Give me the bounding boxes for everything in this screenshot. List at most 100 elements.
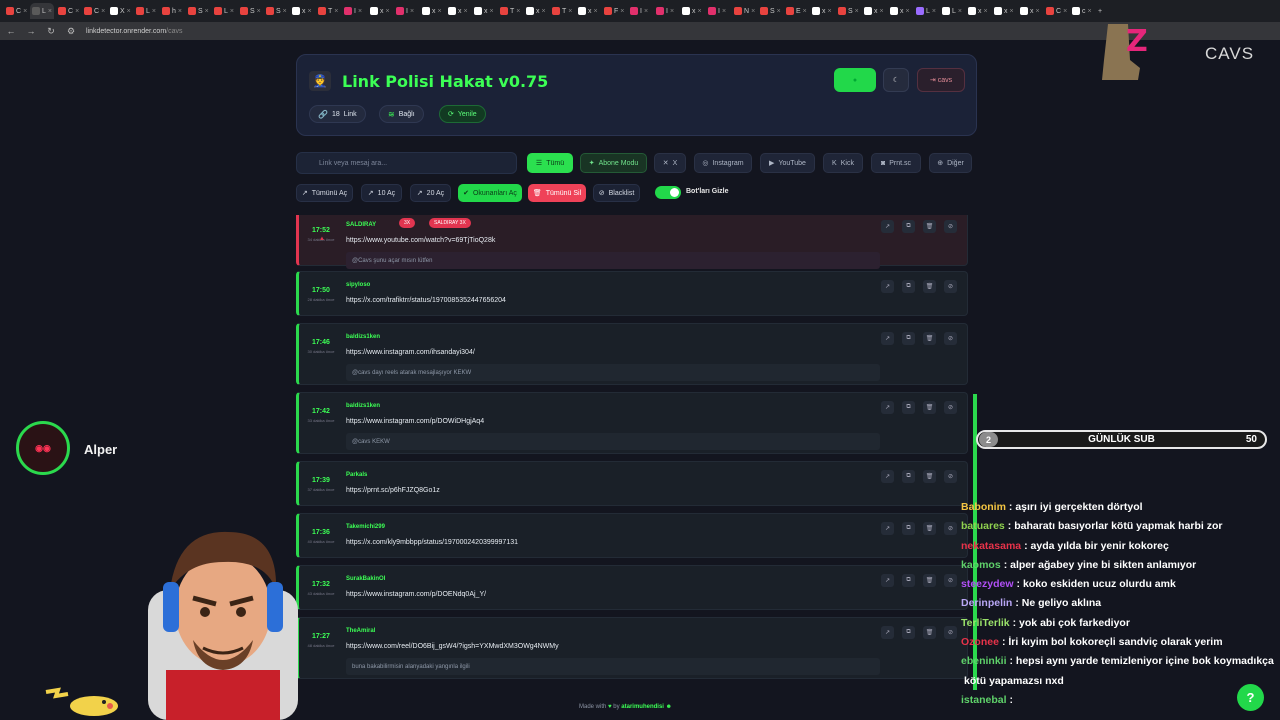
actions-20-aç[interactable]: ↗ 20 Aç (410, 184, 451, 202)
filters-x[interactable]: ✕ X (654, 153, 686, 173)
open-link-icon[interactable]: ↗ (881, 220, 894, 233)
tab-close-icon[interactable]: × (751, 8, 755, 15)
browser-tab[interactable]: x × (420, 3, 444, 19)
browser-tab[interactable]: x × (576, 3, 600, 19)
block-icon[interactable]: ⊘ (944, 280, 957, 293)
open-link-icon[interactable]: ↗ (881, 280, 894, 293)
tab-close-icon[interactable]: × (722, 8, 726, 15)
tab-close-icon[interactable]: × (358, 8, 362, 15)
block-icon[interactable]: ⊘ (944, 401, 957, 414)
browser-tab[interactable]: C × (82, 3, 106, 19)
link-username[interactable]: baldizs1ken (346, 334, 380, 340)
delete-icon[interactable]: 🗑 (923, 522, 936, 535)
browser-tab[interactable]: L × (940, 3, 964, 19)
live-status-button[interactable]: ● (834, 68, 876, 92)
browser-tab[interactable]: h × (160, 3, 184, 19)
tab-close-icon[interactable]: × (670, 8, 674, 15)
tab-close-icon[interactable]: × (644, 8, 648, 15)
browser-tab[interactable]: x × (1018, 3, 1042, 19)
browser-tab[interactable]: E × (784, 3, 808, 19)
footer-author[interactable]: atarimuhendisi (621, 704, 664, 710)
tab-close-icon[interactable]: × (75, 8, 79, 15)
link-url[interactable]: https://www.instagram.com/p/DOWiDHgjAq4 (346, 418, 484, 425)
actions-okunanları-aç[interactable]: ✔ Okunanları Aç (458, 184, 522, 202)
tab-close-icon[interactable]: × (1063, 8, 1067, 15)
forward-icon[interactable]: → (26, 26, 36, 36)
block-icon[interactable]: ⊘ (944, 332, 957, 345)
browser-tab[interactable]: I × (628, 3, 652, 19)
copy-icon[interactable]: ⧉ (902, 574, 915, 587)
actions-blacklist[interactable]: ⊘ Blacklist (593, 184, 640, 202)
new-tab-button[interactable]: + (1096, 3, 1120, 19)
open-link-icon[interactable]: ↗ (881, 470, 894, 483)
browser-tab[interactable]: x × (524, 3, 548, 19)
browser-tab[interactable]: I × (394, 3, 418, 19)
theme-toggle-button[interactable]: ☾ (883, 68, 909, 92)
copy-icon[interactable]: ⧉ (902, 280, 915, 293)
reload-icon[interactable]: ↻ (46, 26, 56, 37)
tab-close-icon[interactable]: × (516, 8, 520, 15)
tab-close-icon[interactable]: × (1088, 8, 1092, 15)
browser-tab[interactable]: X × (108, 3, 132, 19)
browser-tab[interactable]: S × (758, 3, 782, 19)
tab-close-icon[interactable]: × (23, 8, 27, 15)
tab-close-icon[interactable]: × (464, 8, 468, 15)
browser-tab[interactable]: x × (888, 3, 912, 19)
tab-close-icon[interactable]: × (620, 8, 624, 15)
tab-close-icon[interactable]: × (127, 8, 131, 15)
filters-instagram[interactable]: ◎ Instagram (694, 153, 752, 173)
hide-bots-toggle[interactable] (655, 186, 681, 199)
delete-icon[interactable]: 🗑 (923, 574, 936, 587)
browser-tab[interactable]: L × (212, 3, 236, 19)
browser-tab[interactable]: L × (914, 3, 938, 19)
browser-tab[interactable]: S × (836, 3, 860, 19)
tab-close-icon[interactable]: × (438, 8, 442, 15)
tab-close-icon[interactable]: × (48, 8, 52, 15)
url-field[interactable]: linkdetector.onrender.com/cavs (86, 28, 183, 35)
block-icon[interactable]: ⊘ (944, 574, 957, 587)
actions-10-aç[interactable]: ↗ 10 Aç (361, 184, 402, 202)
tab-close-icon[interactable]: × (283, 8, 287, 15)
link-url[interactable]: https://www.instagram.com/ihsandayi304/ (346, 349, 475, 356)
site-info-icon[interactable]: ⚙ (66, 26, 76, 37)
tab-close-icon[interactable]: × (308, 8, 312, 15)
browser-tab[interactable]: C × (4, 3, 28, 19)
copy-icon[interactable]: ⧉ (902, 522, 915, 535)
browser-tab[interactable]: S × (264, 3, 288, 19)
link-username[interactable]: Parkals (346, 472, 367, 478)
block-icon[interactable]: ⊘ (944, 522, 957, 535)
delete-icon[interactable]: 🗑 (923, 332, 936, 345)
filters-youtube[interactable]: ▶ YouTube (760, 153, 815, 173)
actions-tümünü-sil[interactable]: 🗑 Tümünü Sil (528, 184, 586, 202)
actions-tümünü-aç[interactable]: ↗ Tümünü Aç (296, 184, 353, 202)
delete-icon[interactable]: 🗑 (923, 626, 936, 639)
copy-icon[interactable]: ⧉ (902, 220, 915, 233)
filters-kick[interactable]: K Kick (823, 153, 863, 173)
tab-close-icon[interactable]: × (803, 8, 807, 15)
link-url[interactable]: https://www.instagram.com/p/DOENdq0Aj_Y/ (346, 591, 486, 598)
browser-tab[interactable]: F × (602, 3, 626, 19)
open-link-icon[interactable]: ↗ (881, 574, 894, 587)
browser-tab[interactable]: x × (368, 3, 392, 19)
refresh-button[interactable]: ⟳ Yenile (439, 105, 486, 123)
open-link-icon[interactable]: ↗ (881, 401, 894, 414)
copy-icon[interactable]: ⧉ (902, 401, 915, 414)
open-link-icon[interactable]: ↗ (881, 332, 894, 345)
search-input[interactable]: Link veya mesaj ara... (296, 152, 517, 174)
tab-close-icon[interactable]: × (594, 8, 598, 15)
tab-close-icon[interactable]: × (1036, 8, 1040, 15)
tab-close-icon[interactable]: × (542, 8, 546, 15)
tab-close-icon[interactable]: × (880, 8, 884, 15)
tab-close-icon[interactable]: × (178, 8, 182, 15)
browser-tab[interactable]: L × (30, 3, 54, 19)
link-username[interactable]: TheAmiral (346, 628, 375, 634)
copy-icon[interactable]: ⧉ (902, 626, 915, 639)
browser-tab[interactable]: I × (654, 3, 678, 19)
browser-tab[interactable]: x × (810, 3, 834, 19)
tab-close-icon[interactable]: × (828, 8, 832, 15)
open-link-icon[interactable]: ↗ (881, 522, 894, 535)
tab-close-icon[interactable]: × (906, 8, 910, 15)
link-username[interactable]: baldizs1ken (346, 403, 380, 409)
link-username[interactable]: SurakBakinOI (346, 576, 385, 582)
tab-close-icon[interactable]: × (855, 8, 859, 15)
